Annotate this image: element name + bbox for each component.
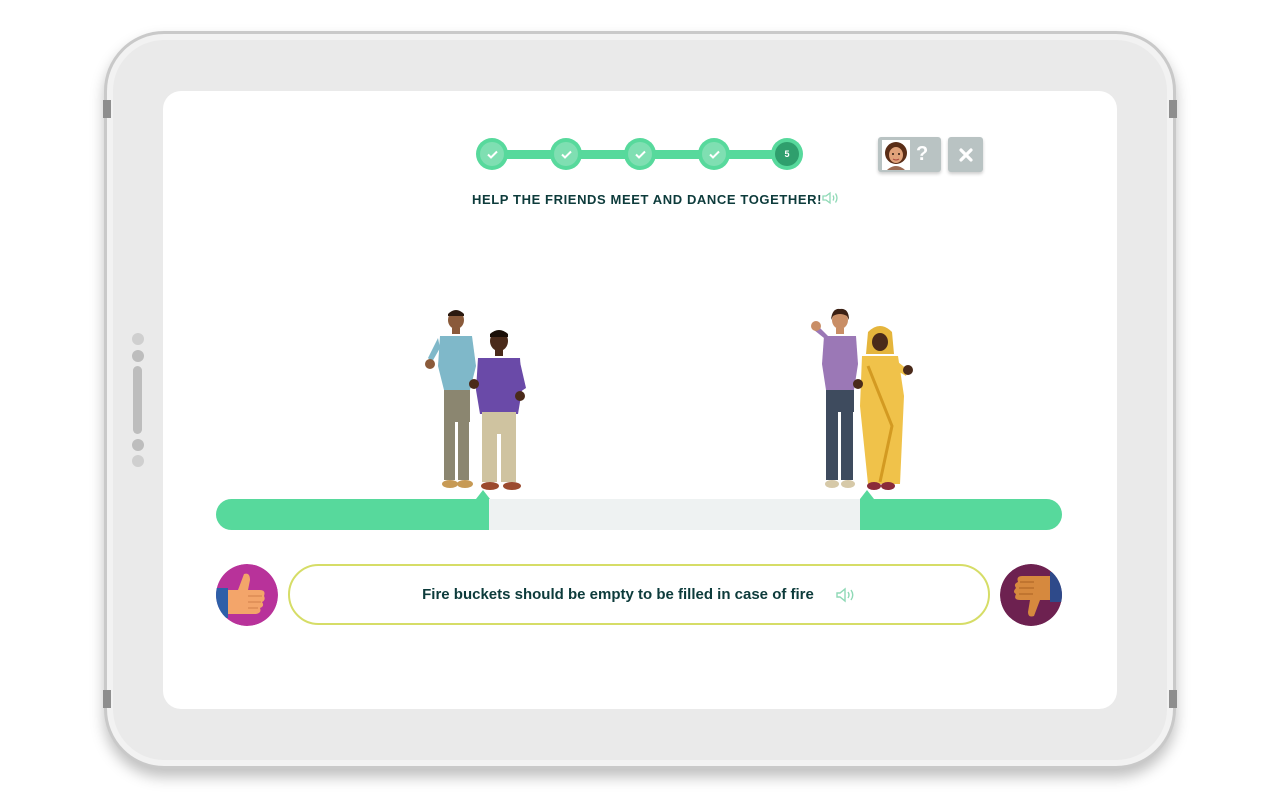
check-icon <box>486 150 498 159</box>
close-icon <box>958 147 973 162</box>
agree-button[interactable] <box>216 564 278 626</box>
statement-text: Fire buckets should be empty to be fille… <box>422 586 814 603</box>
close-button[interactable] <box>948 137 983 172</box>
tablet-side-button <box>1169 100 1177 118</box>
check-icon <box>634 150 646 159</box>
speaker-icon <box>822 191 838 205</box>
check-icon <box>560 150 572 159</box>
progress-step-4 <box>698 138 730 170</box>
thumbs-up-icon <box>216 564 278 626</box>
tablet-side-button <box>103 690 111 708</box>
friends-pair-men <box>425 310 526 490</box>
tablet-dot <box>132 350 144 362</box>
track-progress-right <box>860 499 1062 530</box>
track-progress-left <box>216 499 489 530</box>
avatar-icon <box>882 139 910 170</box>
right-pair-marker <box>860 490 874 499</box>
help-button[interactable]: ? <box>878 137 941 172</box>
meeting-track <box>216 499 1062 530</box>
left-pair-marker <box>476 490 490 499</box>
progress-step-3 <box>624 138 656 170</box>
help-label: ? <box>916 143 929 165</box>
check-icon <box>708 150 720 159</box>
statement-card: Fire buckets should be empty to be fille… <box>288 564 990 625</box>
progress-step-1 <box>476 138 508 170</box>
thumbs-down-icon <box>1000 564 1062 626</box>
tablet-dot <box>132 333 144 345</box>
instruction-audio-button[interactable] <box>822 191 840 210</box>
tablet-dot <box>132 439 144 451</box>
tablet-side-button <box>1169 690 1177 708</box>
progress-step-current: 5 <box>771 138 803 170</box>
tablet-side-button <box>103 100 111 118</box>
tablet-home-bar <box>133 366 142 434</box>
progress-step-2 <box>550 138 582 170</box>
disagree-button[interactable] <box>1000 564 1062 626</box>
statement-audio-button[interactable] <box>836 587 856 603</box>
progress-step-number: 5 <box>775 142 799 166</box>
speaker-icon <box>836 587 854 602</box>
instruction-text: HELP THE FRIENDS MEET AND DANCE TOGETHER… <box>472 192 823 207</box>
friends-pair-women <box>811 308 913 490</box>
tablet-dot <box>132 455 144 467</box>
